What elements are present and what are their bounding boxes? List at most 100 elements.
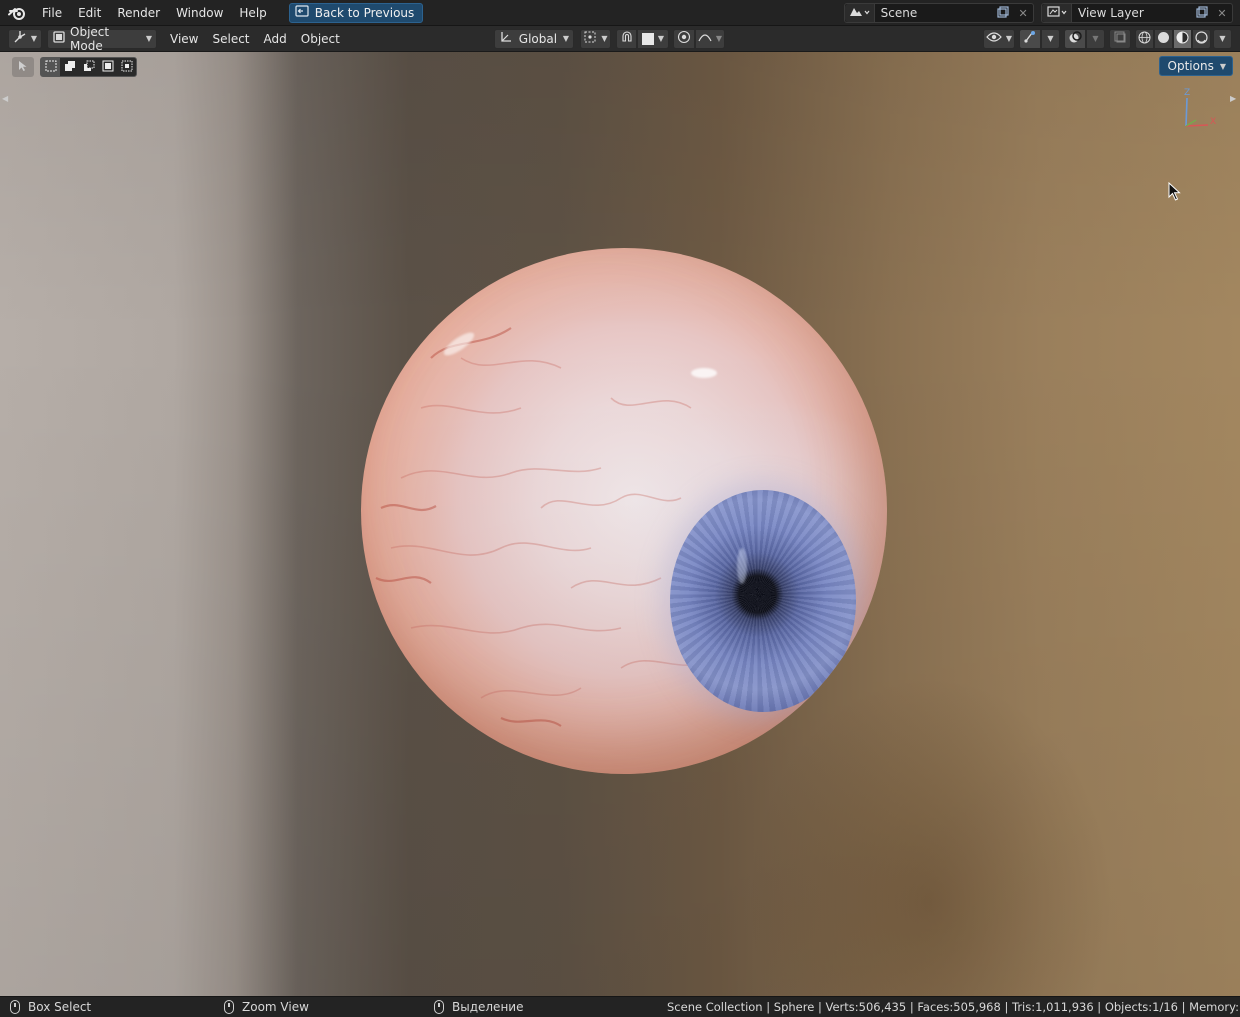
select-subtract-icon bbox=[83, 60, 95, 75]
top-bar: File Edit Render Window Help Back to Pre… bbox=[0, 0, 1240, 26]
status-right-mouse: Выделение bbox=[434, 1000, 523, 1014]
snap-toggle[interactable] bbox=[616, 28, 637, 49]
shading-options-dropdown[interactable]: ▼ bbox=[1213, 28, 1232, 49]
shading-solid-button[interactable] bbox=[1154, 28, 1173, 49]
chevron-down-icon: ▼ bbox=[30, 34, 38, 43]
proportional-editing-toggle[interactable] bbox=[673, 28, 695, 49]
select-extend-button[interactable] bbox=[60, 58, 79, 76]
rendered-sphere-icon bbox=[1195, 30, 1208, 47]
gizmo-toggle[interactable] bbox=[1019, 28, 1041, 49]
cursor-arrow-icon bbox=[18, 60, 28, 75]
gizmo-x-label: X bbox=[1210, 117, 1217, 127]
chevron-down-icon: ▼ bbox=[1219, 34, 1226, 43]
select-new-button[interactable] bbox=[41, 58, 60, 76]
tool-cursor-button[interactable] bbox=[12, 57, 34, 77]
menu-edit[interactable]: Edit bbox=[70, 2, 109, 24]
delete-view-layer-button[interactable]: ✕ bbox=[1212, 4, 1232, 22]
shading-wireframe-button[interactable] bbox=[1135, 28, 1154, 49]
new-view-layer-button[interactable] bbox=[1192, 4, 1212, 22]
blender-logo-icon[interactable] bbox=[0, 0, 34, 26]
select-intersect-button[interactable] bbox=[117, 58, 136, 76]
specular-highlight bbox=[691, 368, 717, 378]
chevron-down-icon: ▼ bbox=[657, 34, 664, 43]
back-to-previous-icon bbox=[295, 5, 309, 20]
object-mode-icon bbox=[52, 30, 66, 47]
overlays-dropdown[interactable]: ▼ bbox=[1086, 28, 1105, 49]
eye-icon bbox=[986, 31, 1002, 46]
solid-sphere-icon bbox=[1157, 31, 1170, 47]
select-new-icon bbox=[45, 60, 57, 75]
navigation-gizmo[interactable]: Z X bbox=[1172, 88, 1222, 138]
select-invert-icon bbox=[102, 60, 114, 75]
gizmo-z-label: Z bbox=[1184, 88, 1191, 98]
chevron-down-icon: ▼ bbox=[1047, 34, 1054, 43]
snap-target-dropdown[interactable]: ▼ bbox=[637, 28, 669, 49]
gizmo-dropdown[interactable]: ▼ bbox=[1041, 28, 1060, 49]
delete-scene-button[interactable]: ✕ bbox=[1013, 4, 1033, 22]
eyeball-sphere[interactable] bbox=[361, 248, 887, 774]
mode-dropdown[interactable]: Object Mode ▼ bbox=[47, 25, 157, 53]
proportional-editing-icon bbox=[677, 30, 691, 47]
shading-rendered-button[interactable] bbox=[1192, 28, 1211, 49]
xray-icon bbox=[1113, 30, 1127, 47]
pivot-point-dropdown[interactable]: ▼ bbox=[580, 28, 611, 49]
scene-name-field[interactable]: Scene bbox=[875, 6, 994, 20]
3d-viewport[interactable]: Options ▼ ◀ ▶ Z X bbox=[0, 52, 1240, 996]
header-menu-add[interactable]: Add bbox=[257, 32, 294, 46]
sidebar-expand-arrow-icon[interactable]: ▶ bbox=[1230, 94, 1238, 106]
tool-settings bbox=[12, 57, 137, 77]
back-to-previous-button[interactable]: Back to Previous bbox=[288, 2, 424, 23]
new-scene-button[interactable] bbox=[993, 4, 1013, 22]
cornea-reflection bbox=[737, 548, 747, 584]
mouse-right-button-icon bbox=[434, 1000, 444, 1014]
menu-file[interactable]: File bbox=[34, 2, 70, 24]
menu-render[interactable]: Render bbox=[109, 2, 168, 24]
chevron-down-icon: ▼ bbox=[1219, 61, 1226, 71]
menu-help[interactable]: Help bbox=[231, 2, 274, 24]
options-label: Options bbox=[1167, 59, 1214, 73]
select-invert-button[interactable] bbox=[98, 58, 117, 76]
mouse-middle-button-icon bbox=[224, 1000, 234, 1014]
transform-orientation-dropdown[interactable]: Global ▼ bbox=[494, 28, 574, 49]
chevron-down-icon: ▼ bbox=[1092, 34, 1099, 43]
iris-fibers bbox=[670, 490, 856, 712]
chevron-down-icon: ▼ bbox=[562, 34, 569, 43]
menu-window[interactable]: Window bbox=[168, 2, 231, 24]
xray-toggle[interactable] bbox=[1109, 28, 1131, 49]
view-layer-selector: View Layer ✕ bbox=[1041, 0, 1233, 26]
proportional-falloff-dropdown[interactable]: ▼ bbox=[695, 28, 725, 49]
visibility-dropdown[interactable]: ▼ bbox=[983, 28, 1015, 49]
header-menu-view[interactable]: View bbox=[163, 32, 205, 46]
overlays-toggle[interactable] bbox=[1064, 28, 1086, 49]
view-layer-browse-button[interactable] bbox=[1042, 4, 1072, 22]
back-to-previous-label: Back to Previous bbox=[314, 5, 415, 20]
wireframe-sphere-icon bbox=[1138, 31, 1151, 47]
status-left-action: Box Select bbox=[28, 1000, 92, 1014]
iris bbox=[670, 490, 856, 712]
selection-mode-group bbox=[40, 57, 137, 77]
header-menu-object[interactable]: Object bbox=[294, 32, 347, 46]
status-middle-action: Zoom View bbox=[242, 1000, 309, 1014]
header-menu-select[interactable]: Select bbox=[205, 32, 256, 46]
duplicate-icon bbox=[1196, 5, 1208, 21]
3d-viewport-editor-icon bbox=[13, 30, 27, 47]
scene-statistics-text: Scene Collection | Sphere | Verts:506,43… bbox=[667, 1000, 1240, 1014]
chevron-down-icon: ▼ bbox=[601, 34, 608, 43]
scene-browse-button[interactable] bbox=[845, 4, 875, 22]
overlays-icon bbox=[1068, 30, 1082, 47]
viewport-header: ▼ Object Mode ▼ View Select Add Object G… bbox=[0, 25, 1240, 53]
snap-increment-icon bbox=[642, 32, 654, 45]
status-bar: Box Select Zoom View Выделение Scene Col… bbox=[0, 996, 1240, 1017]
select-subtract-button[interactable] bbox=[79, 58, 98, 76]
view-layer-name-field[interactable]: View Layer bbox=[1072, 6, 1192, 20]
toolbar-expand-arrow-icon[interactable]: ◀ bbox=[2, 94, 10, 106]
status-middle-mouse: Zoom View bbox=[224, 1000, 309, 1014]
chevron-down-icon: ▼ bbox=[1005, 34, 1013, 43]
mode-label: Object Mode bbox=[70, 24, 110, 53]
shading-material-preview-button[interactable] bbox=[1173, 28, 1192, 49]
editor-type-button[interactable]: ▼ bbox=[8, 28, 42, 49]
options-dropdown[interactable]: Options ▼ bbox=[1158, 56, 1233, 76]
chevron-down-icon: ▼ bbox=[715, 34, 723, 43]
view-layer-icon bbox=[1046, 5, 1068, 22]
mouse-pointer-icon bbox=[1168, 181, 1182, 205]
